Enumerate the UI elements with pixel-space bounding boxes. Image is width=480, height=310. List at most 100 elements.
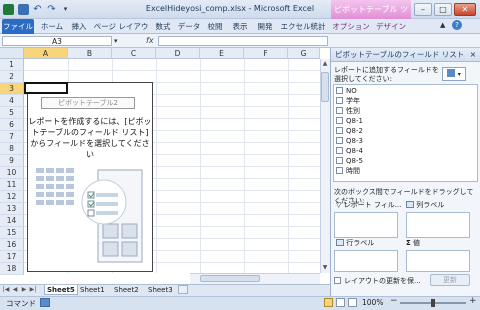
- minimize-button[interactable]: –: [414, 3, 432, 16]
- defer-layout-checkbox[interactable]: [334, 277, 341, 284]
- field-checkbox[interactable]: [336, 107, 343, 114]
- column-header-d[interactable]: D: [156, 48, 200, 59]
- scroll-up-icon[interactable]: ▲: [321, 60, 329, 69]
- field-checkbox[interactable]: [336, 147, 343, 154]
- row-header[interactable]: 1: [0, 59, 24, 71]
- active-cell-a3[interactable]: [24, 82, 68, 94]
- field-checkbox[interactable]: [336, 97, 343, 104]
- prev-sheet-icon[interactable]: ◀: [11, 285, 19, 295]
- column-labels-drop-area[interactable]: [406, 212, 470, 238]
- undo-icon[interactable]: ↶: [32, 4, 43, 15]
- field-checkbox[interactable]: [336, 127, 343, 134]
- field-item-gender[interactable]: 性別: [336, 106, 360, 116]
- zoom-slider-knob[interactable]: [431, 299, 435, 307]
- help-icon[interactable]: ?: [452, 20, 462, 30]
- zoom-in-button[interactable]: +: [469, 296, 477, 306]
- zoom-out-button[interactable]: −: [390, 296, 398, 306]
- row-header[interactable]: 2: [0, 71, 24, 83]
- next-sheet-icon[interactable]: ▶: [20, 285, 28, 295]
- tab-data[interactable]: データ: [177, 19, 201, 34]
- select-all-corner[interactable]: [0, 48, 24, 59]
- tab-page-layout[interactable]: ページ レイアウト: [93, 19, 149, 46]
- name-box-dropdown-icon[interactable]: ▾: [114, 37, 118, 45]
- defer-layout-update[interactable]: レイアウトの更新を保...: [334, 276, 421, 286]
- row-header[interactable]: 17: [0, 251, 24, 263]
- field-item-grade[interactable]: 学年: [336, 96, 360, 106]
- page-layout-view-icon[interactable]: [336, 298, 345, 307]
- tab-file[interactable]: ファイル: [2, 19, 34, 34]
- column-header-c[interactable]: C: [112, 48, 156, 59]
- name-box[interactable]: A3: [2, 36, 112, 46]
- field-checkbox[interactable]: [336, 87, 343, 94]
- field-item-q8-1[interactable]: Q8-1: [336, 116, 363, 126]
- row-header[interactable]: 12: [0, 191, 24, 203]
- row-header[interactable]: 10: [0, 167, 24, 179]
- field-item-q8-5[interactable]: Q8-5: [336, 156, 363, 166]
- tab-formulas[interactable]: 数式: [152, 19, 174, 34]
- insert-sheet-icon[interactable]: [178, 285, 188, 294]
- save-icon[interactable]: [18, 4, 29, 15]
- horizontal-scroll-thumb[interactable]: [200, 275, 260, 282]
- tab-design[interactable]: デザイン: [374, 19, 408, 34]
- field-layout-dropdown[interactable]: ▾: [442, 67, 466, 81]
- update-button[interactable]: 更新: [430, 274, 470, 286]
- macro-record-icon[interactable]: [40, 298, 50, 307]
- row-header[interactable]: 16: [0, 239, 24, 251]
- field-item-q8-2[interactable]: Q8-2: [336, 126, 363, 136]
- tab-home[interactable]: ホーム: [38, 19, 66, 34]
- customize-qat-icon[interactable]: ▾: [60, 4, 71, 15]
- insert-function-button[interactable]: fx: [146, 36, 156, 45]
- field-item-q8-4[interactable]: Q8-4: [336, 146, 363, 156]
- tab-view[interactable]: 表示: [229, 19, 251, 34]
- row-header[interactable]: 14: [0, 215, 24, 227]
- row-header[interactable]: 8: [0, 143, 24, 155]
- row-header[interactable]: 11: [0, 179, 24, 191]
- maximize-button[interactable]: □: [434, 3, 452, 16]
- column-header-g[interactable]: G: [288, 48, 320, 59]
- sheet-tab-sheet1[interactable]: Sheet1: [78, 285, 107, 295]
- field-checkbox[interactable]: [336, 157, 343, 164]
- field-item-time[interactable]: 時間: [336, 166, 360, 176]
- row-header[interactable]: 13: [0, 203, 24, 215]
- row-header[interactable]: 7: [0, 131, 24, 143]
- tab-excel-stats[interactable]: エクセル統計: [279, 19, 327, 34]
- scroll-down-icon[interactable]: ▼: [321, 264, 329, 273]
- excel-app-icon[interactable]: [3, 4, 14, 15]
- first-sheet-icon[interactable]: |◀: [2, 285, 10, 295]
- values-drop-area[interactable]: [406, 250, 470, 272]
- column-header-f[interactable]: F: [244, 48, 288, 59]
- field-item-no[interactable]: NO: [336, 86, 357, 96]
- pane-close-button[interactable]: ×: [468, 48, 478, 62]
- vertical-scroll-thumb[interactable]: [321, 72, 329, 102]
- column-header-b[interactable]: B: [68, 48, 112, 59]
- row-header[interactable]: 4: [0, 95, 24, 107]
- row-header[interactable]: 3: [0, 83, 24, 95]
- column-header-a[interactable]: A: [24, 48, 68, 59]
- page-break-view-icon[interactable]: [348, 298, 357, 307]
- last-sheet-icon[interactable]: ▶|: [29, 285, 37, 295]
- row-header[interactable]: 5: [0, 107, 24, 119]
- row-header[interactable]: 9: [0, 155, 24, 167]
- field-checkbox[interactable]: [336, 117, 343, 124]
- tab-developer[interactable]: 開発: [254, 19, 276, 34]
- row-header[interactable]: 15: [0, 227, 24, 239]
- field-checkbox[interactable]: [336, 167, 343, 174]
- row-labels-drop-area[interactable]: [334, 250, 398, 272]
- close-button[interactable]: ✕: [454, 3, 476, 16]
- sheet-tab-sheet2[interactable]: Sheet2: [112, 285, 141, 295]
- formula-input[interactable]: [158, 36, 328, 46]
- column-header-e[interactable]: E: [200, 48, 244, 59]
- normal-view-icon[interactable]: [324, 298, 333, 307]
- field-checkbox[interactable]: [336, 137, 343, 144]
- tab-review[interactable]: 校閲: [204, 19, 226, 34]
- ribbon-minimize-icon[interactable]: ▲: [440, 21, 445, 29]
- row-header[interactable]: 6: [0, 119, 24, 131]
- report-filter-drop-area[interactable]: [334, 212, 398, 238]
- row-header[interactable]: 18: [0, 263, 24, 275]
- field-item-q8-3[interactable]: Q8-3: [336, 136, 363, 146]
- tab-insert[interactable]: 挿入: [68, 19, 90, 34]
- sheet-tab-sheet3[interactable]: Sheet3: [146, 285, 175, 295]
- redo-icon[interactable]: ↷: [46, 4, 57, 15]
- tab-options[interactable]: オプション: [331, 19, 371, 34]
- zoom-level[interactable]: 100%: [362, 298, 383, 307]
